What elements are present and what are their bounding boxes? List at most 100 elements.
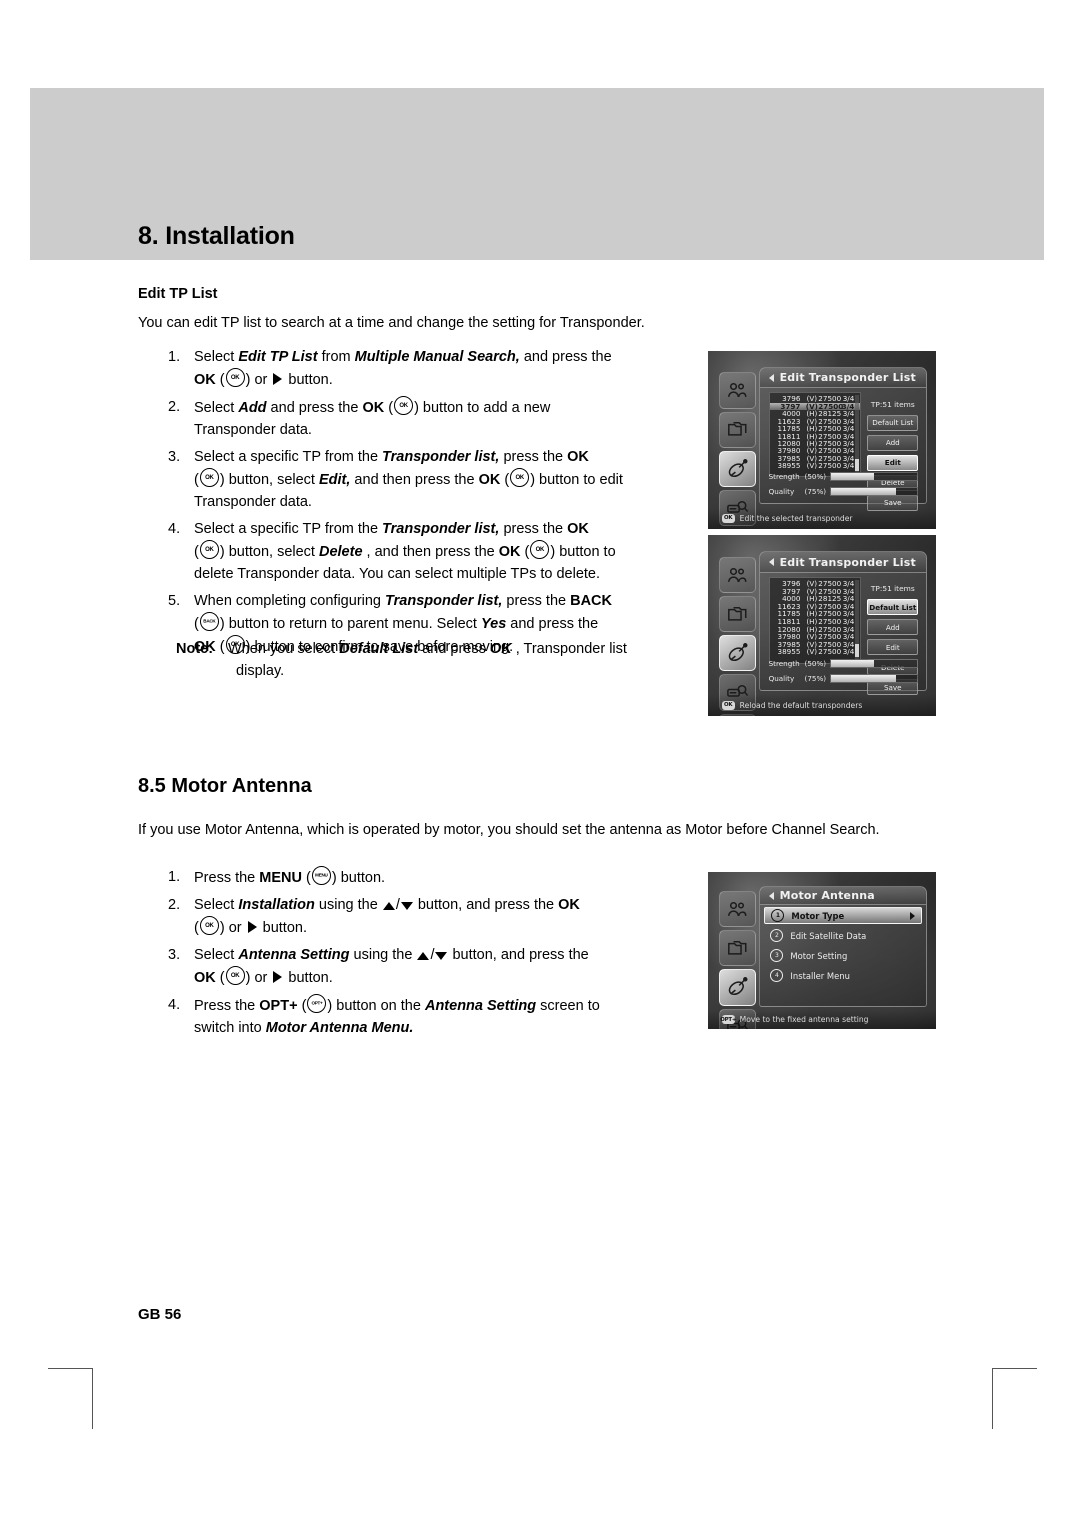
screenshot-edit-transponder-list-edit: Edit Transponder List 3796 (V) 27500 3/4 379… — [708, 351, 936, 529]
rail-users-icon[interactable] — [719, 372, 756, 409]
screenshot-motor-antenna-menu: Motor Antenna 1 Motor Type 2 Edit Satellite… — [708, 872, 936, 1029]
rail-folder-copy-icon[interactable] — [719, 411, 756, 448]
ok-badge-icon: OK — [721, 700, 735, 710]
list-item-number: 2. — [168, 399, 181, 415]
osd-footer-hint: OK Reload the default transponders — [708, 694, 936, 716]
menu-item-edit-satellite-data[interactable]: 2 Edit Satellite Data — [764, 927, 921, 944]
menu-item-installer-menu[interactable]: 4 Installer Menu — [764, 967, 921, 984]
list-item-number: 2. — [168, 897, 181, 913]
side-button-edit[interactable]: Edit — [867, 639, 919, 656]
scrollbar[interactable] — [855, 395, 860, 475]
ok-key-icon — [199, 468, 219, 487]
rail-users-icon[interactable] — [719, 556, 756, 593]
list-item-number: 1. — [168, 349, 181, 365]
back-arrow-icon[interactable] — [768, 891, 774, 900]
menu-item-motor-setting[interactable]: 3 Motor Setting — [764, 947, 921, 964]
side-button-edit[interactable]: Edit — [867, 454, 919, 471]
page-number: GB 56 — [138, 1306, 182, 1323]
signal-label: Quality — [768, 487, 795, 497]
transponder-pol: (V) — [806, 461, 818, 471]
edit-tp-heading: Edit TP List — [138, 286, 218, 302]
opt-key-icon — [307, 994, 327, 1013]
panel-title-text: Edit Transponder List — [779, 371, 916, 385]
signal-bar — [830, 658, 919, 668]
list-item-number: 3. — [168, 947, 181, 963]
transponder-sr: 27500 — [818, 461, 842, 471]
list-item-text: Select Installation using the / button, … — [194, 894, 668, 939]
back-arrow-icon[interactable] — [768, 373, 774, 382]
list-item-text: Select Add and press the OK () button to… — [194, 396, 678, 441]
motor-antenna-steps: 1. Press the MENU () button. 2. Select I… — [168, 866, 668, 1044]
rail-satellite-dish-icon[interactable] — [719, 450, 756, 488]
rail-folder-copy-icon[interactable] — [719, 595, 756, 633]
rail-satellite-dish-icon[interactable] — [719, 969, 756, 1006]
ok-key-icon — [510, 468, 530, 487]
screenshot-edit-transponder-list-default: Edit Transponder List 3796 (V) 27500 3/4 379… — [708, 535, 936, 716]
note-label: Note: — [176, 641, 214, 657]
rail-satellite-dish-icon[interactable] — [719, 635, 756, 672]
list-item: 4. Select a specific TP from the Transpo… — [168, 518, 678, 585]
panel-title-text: Edit Transponder List — [779, 555, 916, 569]
ok-key-icon — [225, 368, 245, 387]
list-item-number: 4. — [168, 997, 181, 1013]
osd-footer-hint: OPT+ Move to the fixed antenna setting — [708, 1010, 936, 1029]
osd-panel: Edit Transponder List 3796 (V) 27500 3/4 379… — [759, 367, 927, 511]
scrollbar-thumb[interactable] — [855, 458, 860, 472]
back-key-icon — [199, 612, 219, 631]
side-button-add[interactable]: Add — [867, 619, 919, 636]
menu-item-motor-type[interactable]: 1 Motor Type — [764, 907, 922, 925]
list-item-text: Press the MENU () button. — [194, 866, 668, 889]
rail-folder-copy-icon[interactable] — [719, 930, 756, 967]
osd-footer-text: Reload the default transponders — [739, 700, 863, 710]
transponder-sr: 27500 — [818, 647, 842, 657]
menu-item-label: Installer Menu — [790, 970, 850, 981]
side-button-default-list[interactable]: Default List — [867, 599, 919, 616]
panel-title-text: Motor Antenna — [779, 889, 875, 903]
back-arrow-icon[interactable] — [768, 558, 774, 567]
down-arrow-icon — [435, 952, 448, 960]
transponder-freq: 38955 — [777, 647, 801, 657]
scrollbar-thumb[interactable] — [855, 644, 860, 658]
transponder-row[interactable]: 38955 (V) 27500 3/4 — [770, 648, 861, 656]
transponder-list[interactable]: 3796 (V) 27500 3/4 3797 (V) 27500 3/4 4000 (H) 281… — [768, 392, 862, 478]
panel-title: Motor Antenna — [760, 887, 926, 905]
signal-quality-row: Quality (75%) — [768, 487, 919, 497]
list-item: 4. Press the OPT+ () button on the Anten… — [168, 994, 668, 1039]
up-arrow-icon — [382, 902, 395, 910]
transponder-row[interactable]: 38955 (V) 27500 3/4 — [770, 462, 861, 469]
list-item-number: 4. — [168, 521, 181, 537]
list-item-number: 1. — [168, 869, 181, 885]
menu-item-number: 3 — [770, 949, 784, 963]
side-button-default-list[interactable]: Default List — [867, 414, 919, 431]
osd-panel: Motor Antenna 1 Motor Type 2 Edit Satellite… — [759, 886, 927, 1008]
rail-users-icon[interactable] — [719, 890, 756, 928]
ok-key-icon — [199, 540, 219, 559]
signal-strength-row: Strength (50%) — [769, 472, 919, 482]
note-block: Note: When you select Default List and p… — [176, 638, 696, 682]
panel-title: Edit Transponder List — [760, 552, 926, 573]
motor-antenna-menu-list: 1 Motor Type 2 Edit Satellite Data 3 Motor Se… — [764, 907, 922, 987]
menu-item-label: Motor Setting — [790, 950, 848, 961]
signal-percent: (75%) — [804, 673, 827, 683]
menu-item-label: Edit Satellite Data — [790, 930, 867, 941]
signal-percent: (50%) — [804, 472, 827, 482]
osd-footer-text: Edit the selected transponder — [739, 513, 853, 523]
menu-item-number: 2 — [770, 929, 784, 943]
list-item-text: Select a specific TP from the Transponde… — [194, 446, 678, 513]
list-item: 2. Select Installation using the / butto… — [168, 894, 668, 939]
page-content: Edit TP List You can edit TP list to sea… — [0, 0, 1080, 1528]
transponder-pol: (V) — [806, 647, 818, 657]
transponder-list[interactable]: 3796 (V) 27500 3/4 3797 (V) 27500 3/4 4000 (H) 281… — [768, 577, 862, 664]
signal-label: Quality — [768, 673, 795, 683]
icon-rail — [719, 556, 756, 716]
ok-key-icon — [225, 966, 245, 985]
signal-percent: (50%) — [804, 658, 827, 668]
scrollbar[interactable] — [855, 580, 860, 661]
edit-tp-intro: You can edit TP list to search at a time… — [138, 315, 645, 331]
list-item: 2. Select Add and press the OK () button… — [168, 396, 678, 441]
signal-bar — [830, 673, 919, 683]
ok-key-icon — [530, 540, 550, 559]
icon-rail — [719, 372, 756, 529]
list-item-text: Select Edit TP List from Multiple Manual… — [194, 346, 678, 391]
side-button-add[interactable]: Add — [867, 434, 919, 451]
